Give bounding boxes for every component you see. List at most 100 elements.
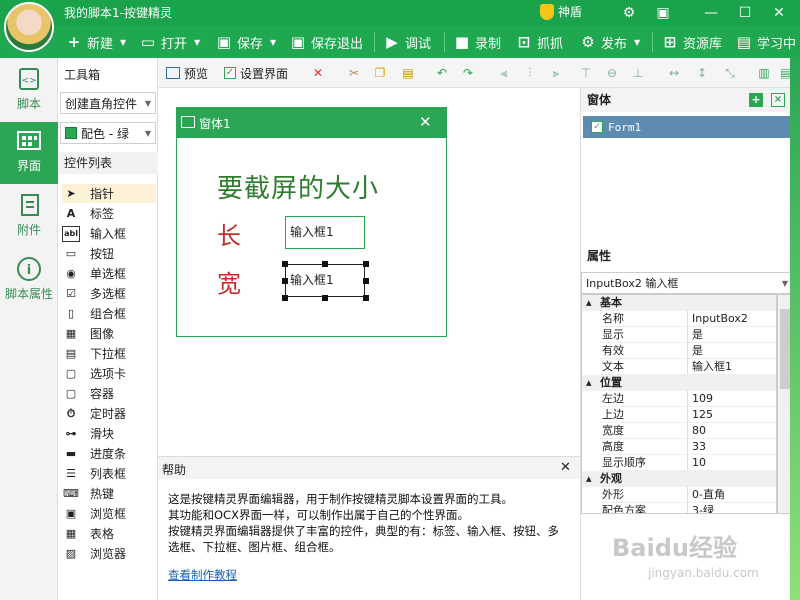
property-value[interactable]: 是 xyxy=(688,327,776,343)
record-button[interactable]: ■ 录制 xyxy=(454,26,501,58)
help-close-icon[interactable]: ✕ xyxy=(560,460,571,475)
property-row[interactable]: 宽度 80 xyxy=(582,423,776,439)
input-box-1[interactable]: 输入框1 xyxy=(285,216,365,249)
property-value[interactable]: 33 xyxy=(688,439,776,455)
create-mode-select[interactable]: 创建直角控件 ▼ xyxy=(60,92,156,114)
property-row[interactable]: 显示顺序 10 xyxy=(582,455,776,471)
property-row[interactable]: 有效是 xyxy=(582,343,776,359)
property-row[interactable]: 左边 109 xyxy=(582,391,776,407)
add-form-icon[interactable]: + xyxy=(749,93,763,107)
property-value[interactable]: InputBox2 xyxy=(688,311,776,327)
space-horizontal-icon[interactable]: ▥ xyxy=(756,65,772,81)
new-button[interactable]: + 新建 ▼ xyxy=(66,26,126,58)
publish-button[interactable]: ⚙ 发布 ▼ xyxy=(580,26,640,58)
property-value[interactable]: 125 xyxy=(688,407,776,423)
collapse-icon[interactable]: ▴ xyxy=(586,295,592,311)
resize-handle[interactable] xyxy=(282,261,288,267)
skin-button[interactable]: ▣ xyxy=(646,0,680,26)
form-tree-item[interactable]: ✓ Form1 xyxy=(583,116,791,138)
input-box-2[interactable]: 输入框1 xyxy=(285,264,365,297)
delete-icon[interactable]: ✕ xyxy=(310,65,326,81)
undo-icon[interactable]: ↶ xyxy=(434,65,450,81)
remove-form-icon[interactable]: × xyxy=(771,93,785,107)
property-row[interactable]: 名称 InputBox2 xyxy=(582,311,776,327)
resize-handle[interactable] xyxy=(282,278,288,284)
save-exit-button[interactable]: ▣ 保存退出 xyxy=(290,26,363,58)
same-width-icon[interactable]: ↔ xyxy=(666,65,682,81)
settings-ui-button[interactable]: ✓ 设置界面 xyxy=(224,58,288,88)
property-value[interactable]: 输入框1 xyxy=(688,359,776,375)
property-value[interactable]: 0-直角 xyxy=(688,487,776,503)
color-scheme-select[interactable]: 配色 - 绿 ▼ xyxy=(60,122,156,144)
scrollbar-thumb[interactable] xyxy=(780,309,790,389)
same-height-icon[interactable]: ↕ xyxy=(694,65,710,81)
property-row[interactable]: 配色方案 3-绿 xyxy=(582,503,776,513)
control-item-input[interactable]: abl 输入框 xyxy=(62,224,156,243)
minimize-button[interactable]: — xyxy=(694,0,728,26)
save-button[interactable]: ▣ 保存 ▼ xyxy=(216,26,276,58)
form-window[interactable]: 窗体1 ✕ 要截屏的大小 长 宽 输入框1 输入框1 xyxy=(176,107,447,337)
align-center-icon[interactable]: ⫶ xyxy=(522,65,538,81)
control-item-table[interactable]: ▦ 表格 xyxy=(62,524,156,543)
tutorial-link[interactable]: 查看制作教程 xyxy=(168,568,237,582)
align-right-icon[interactable]: ⫸ xyxy=(548,65,564,81)
maximize-button[interactable]: ☐ xyxy=(728,0,762,26)
form-close-icon[interactable]: ✕ xyxy=(419,113,432,131)
resize-handle[interactable] xyxy=(322,261,328,267)
resize-handle[interactable] xyxy=(363,261,369,267)
copy-icon[interactable]: ❐ xyxy=(372,65,388,81)
property-value[interactable]: 10 xyxy=(688,455,776,471)
label-width[interactable]: 宽 xyxy=(217,264,241,299)
property-category[interactable]: ▴ 外观 xyxy=(582,471,776,487)
resize-handle[interactable] xyxy=(363,278,369,284)
resize-handle[interactable] xyxy=(363,295,369,301)
control-item-dropdown[interactable]: ▤ 下拉框 xyxy=(62,344,156,363)
control-item-browse[interactable]: ▣ 浏览框 xyxy=(62,504,156,523)
shield-button[interactable]: 神盾 xyxy=(540,3,582,20)
capture-button[interactable]: ⊡ 抓抓 xyxy=(516,26,563,58)
property-row[interactable]: 高度 33 xyxy=(582,439,776,455)
control-item-pointer[interactable]: ➤ 指针 xyxy=(62,184,156,203)
align-middle-icon[interactable]: ⊖ xyxy=(604,65,620,81)
control-item-container[interactable]: ▢ 容器 xyxy=(62,384,156,403)
user-avatar[interactable] xyxy=(4,2,54,52)
property-category[interactable]: ▴ 位置 xyxy=(582,375,776,391)
control-item-group[interactable]: ▯ 组合框 xyxy=(62,304,156,323)
cut-icon[interactable]: ✂ xyxy=(346,65,362,81)
property-row[interactable]: 文本 输入框1 xyxy=(582,359,776,375)
control-item-checkbox[interactable]: ☑ 多选框 xyxy=(62,284,156,303)
learn-button[interactable]: ▤ 学习中 xyxy=(736,26,796,58)
resize-handle[interactable] xyxy=(282,295,288,301)
label-length[interactable]: 长 xyxy=(217,216,241,251)
control-item-radio[interactable]: ◉ 单选框 xyxy=(62,264,156,283)
object-select[interactable]: InputBox2 输入框 ▼ xyxy=(581,272,793,294)
align-bottom-icon[interactable]: ⊥ xyxy=(630,65,646,81)
settings-button[interactable]: ⚙ xyxy=(612,0,646,26)
control-item-browser[interactable]: ▨ 浏览器 xyxy=(62,544,156,563)
control-item-button[interactable]: ▭ 按钮 xyxy=(62,244,156,263)
property-value[interactable]: 109 xyxy=(688,391,776,407)
nav-script[interactable]: <> 脚本 xyxy=(0,60,58,122)
align-top-icon[interactable]: ⊤ xyxy=(578,65,594,81)
preview-button[interactable]: 预览 xyxy=(166,58,208,88)
property-value[interactable]: 80 xyxy=(688,423,776,439)
debug-button[interactable]: ▶ 调试 xyxy=(384,26,431,58)
align-left-icon[interactable]: ⫷ xyxy=(496,65,512,81)
same-size-icon[interactable]: ⤡ xyxy=(722,65,738,81)
open-button[interactable]: ▭ 打开 ▼ xyxy=(140,26,200,58)
resources-button[interactable]: ⊞ 资源库 xyxy=(662,26,722,58)
control-item-tab[interactable]: ▢ 选项卡 xyxy=(62,364,156,383)
control-item-timer[interactable]: ⏱ 定时器 xyxy=(62,404,156,423)
control-item-listbox[interactable]: ☰ 列表框 xyxy=(62,464,156,483)
property-value[interactable]: 是 xyxy=(688,343,776,359)
label-capture-size[interactable]: 要截屏的大小 xyxy=(217,168,379,205)
collapse-icon[interactable]: ▴ xyxy=(586,375,592,391)
property-row[interactable]: 外形 0-直角 xyxy=(582,487,776,503)
control-item-image[interactable]: ▦ 图像 xyxy=(62,324,156,343)
resize-handle[interactable] xyxy=(322,295,328,301)
property-category[interactable]: ▴ 基本 xyxy=(582,295,776,311)
control-item-label[interactable]: A 标签 xyxy=(62,204,156,223)
property-value[interactable]: 3-绿 xyxy=(688,503,776,513)
close-button[interactable]: ✕ xyxy=(762,0,796,26)
nav-attach[interactable]: 附件 xyxy=(0,186,58,248)
